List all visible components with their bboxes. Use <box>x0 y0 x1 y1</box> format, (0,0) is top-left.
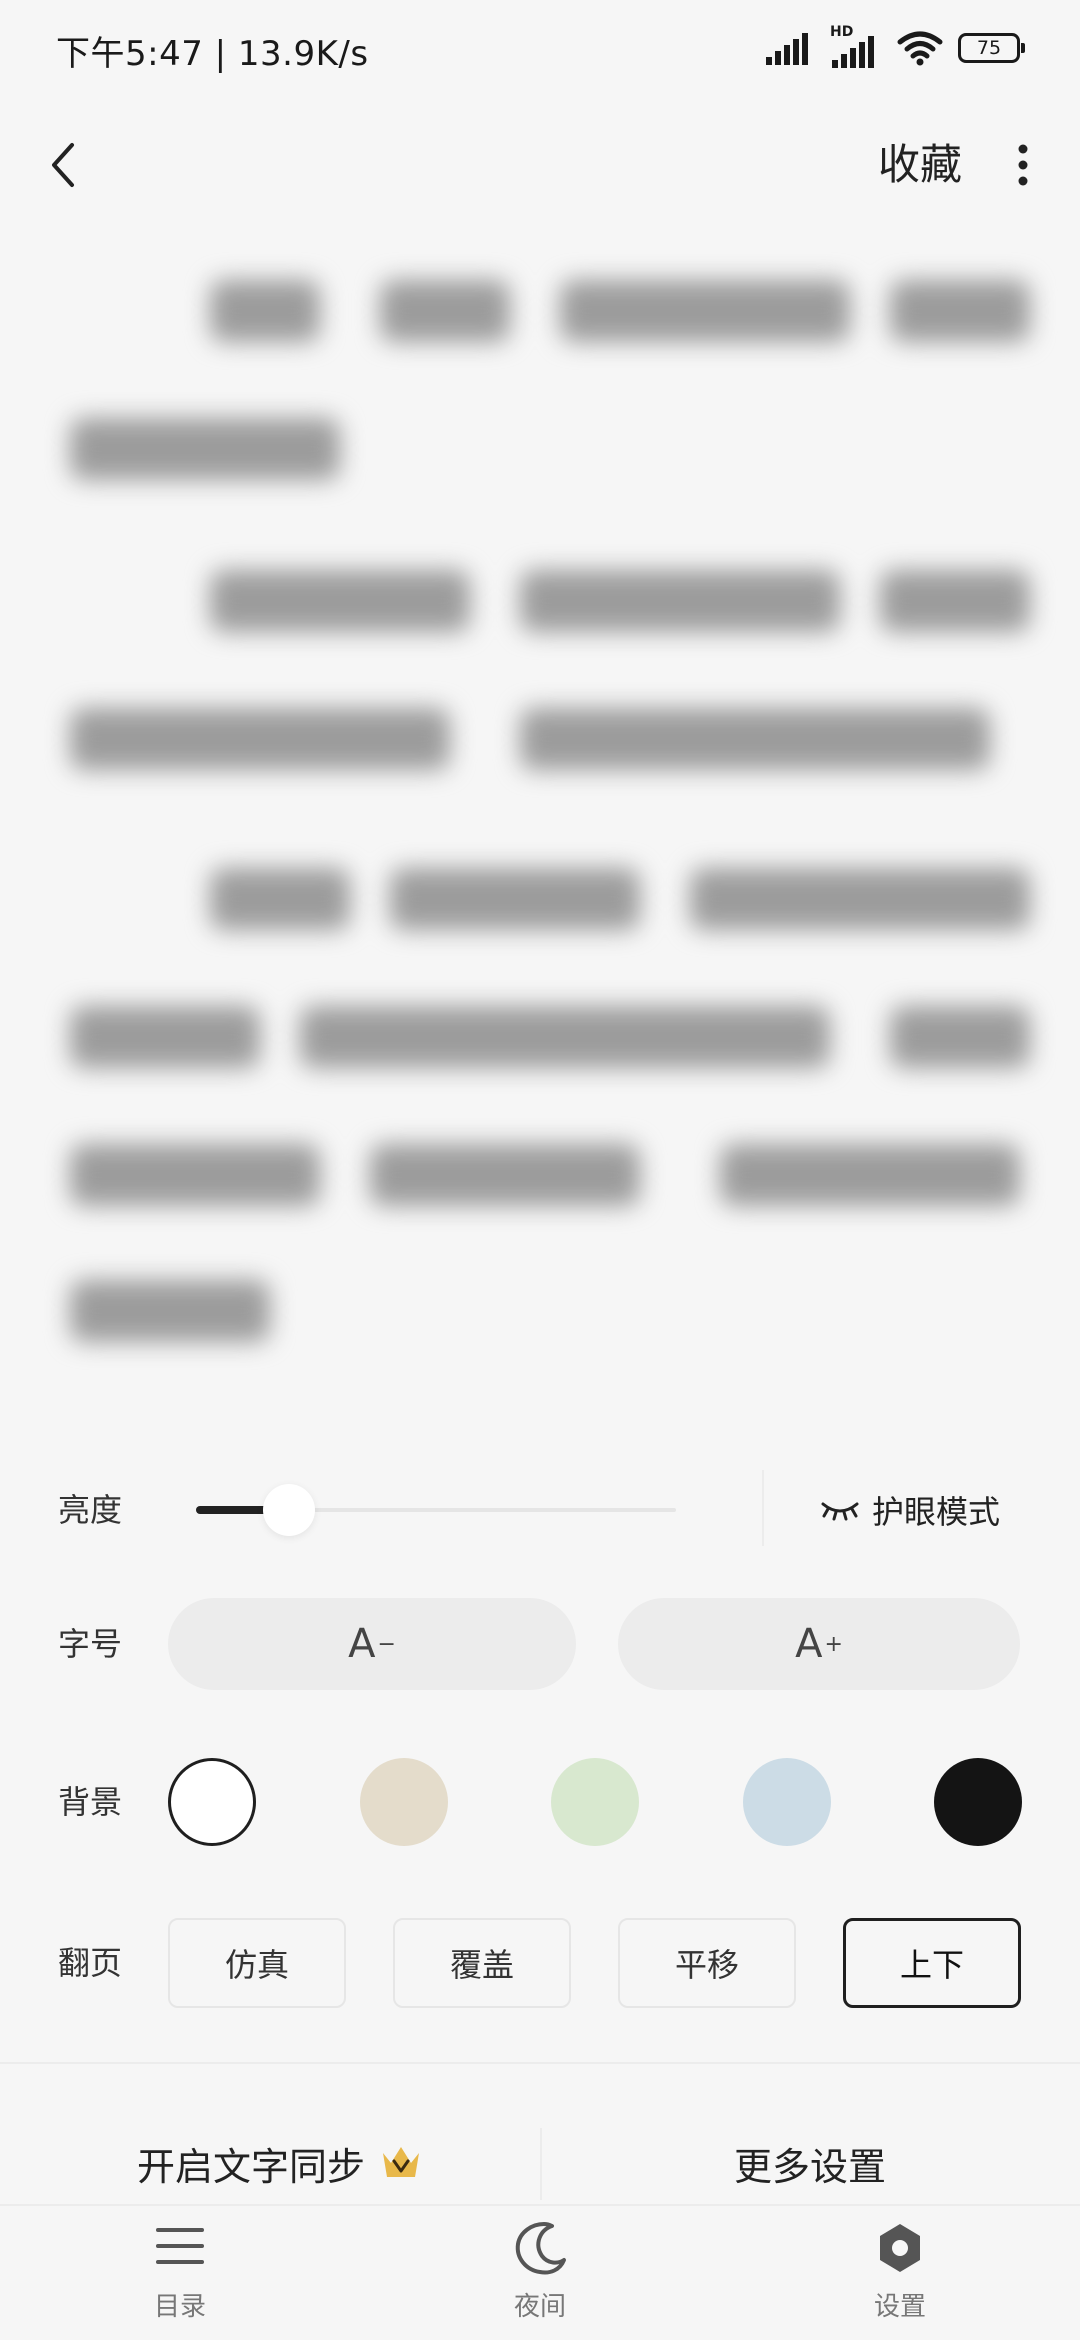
blurred-text-line <box>0 868 1080 930</box>
menu-icon <box>156 2228 204 2264</box>
slider-fill <box>196 1506 271 1514</box>
eye-care-mode-button[interactable]: 护眼模式 <box>820 1486 1000 1534</box>
top-toolbar: 收藏 <box>0 100 1080 230</box>
nav-item-night[interactable]: 夜间 <box>440 2220 640 2330</box>
font-increase-button[interactable]: A + <box>618 1598 1020 1690</box>
wifi-icon <box>897 31 943 66</box>
battery-level: 75 <box>976 37 1002 59</box>
font-decrease-sign: − <box>377 1631 396 1657</box>
status-icons: HD 75 <box>766 24 1025 68</box>
font-decrease-button[interactable]: A − <box>168 1598 576 1690</box>
reader-settings-panel: 亮度 护眼模式 字号 A − A + 背景 翻页 仿真 覆盖 平移 上下 开启文… <box>0 1420 1080 2340</box>
background-swatch-black[interactable] <box>934 1758 1022 1846</box>
more-settings-button[interactable]: 更多设置 <box>580 2118 1040 2208</box>
nav-item-settings[interactable]: 设置 <box>800 2220 1000 2330</box>
blurred-text-line <box>0 1006 1080 1068</box>
font-increase-sign: + <box>824 1631 843 1657</box>
page-flip-simulation-button[interactable]: 仿真 <box>168 1918 346 2008</box>
status-bar: 下午5:47 | 13.9K/s HD 75 <box>0 0 1080 100</box>
page-flip-cover-button[interactable]: 覆盖 <box>393 1918 571 2008</box>
font-size-label: 字号 <box>58 1625 123 1663</box>
font-increase-glyph: A <box>795 1621 823 1667</box>
blurred-text-line <box>0 1280 1080 1342</box>
eye-care-label: 护眼模式 <box>872 1493 1001 1531</box>
nav-item-catalog[interactable]: 目录 <box>80 2220 280 2330</box>
nav-label-settings: 设置 <box>873 2292 926 2322</box>
nav-label-catalog: 目录 <box>153 2292 206 2322</box>
chevron-left-icon <box>52 143 74 187</box>
blurred-text-line <box>0 1144 1080 1206</box>
more-vertical-icon <box>1018 144 1028 186</box>
blurred-text-line <box>0 280 1080 342</box>
status-time-speed: 下午5:47 | 13.9K/s <box>56 34 369 74</box>
moon-icon <box>515 2222 566 2275</box>
page-flip-label: 翻页 <box>58 1944 123 1982</box>
blurred-text-line <box>0 708 1080 770</box>
page-flip-vertical-button[interactable]: 上下 <box>843 1918 1021 2008</box>
divider <box>540 2128 542 2200</box>
slider-thumb[interactable] <box>263 1484 315 1536</box>
page-flip-slide-button[interactable]: 平移 <box>618 1918 796 2008</box>
settings-icon <box>880 2224 920 2272</box>
battery-indicator: 75 <box>958 33 1025 63</box>
signal-icon <box>766 33 808 65</box>
reading-content-blurred <box>0 240 1080 1400</box>
blurred-text-line <box>0 570 1080 632</box>
background-swatch-beige[interactable] <box>360 1758 448 1846</box>
background-swatch-green[interactable] <box>551 1758 639 1846</box>
hd-signal-icon: HD <box>830 24 882 68</box>
back-button[interactable] <box>28 130 98 200</box>
text-sync-label: 开启文字同步 <box>136 2144 365 2189</box>
font-decrease-glyph: A <box>348 1621 376 1667</box>
brightness-slider[interactable] <box>196 1482 676 1538</box>
background-swatch-blue[interactable] <box>743 1758 831 1846</box>
nav-label-night: 夜间 <box>513 2292 566 2322</box>
background-swatch-white[interactable] <box>168 1758 256 1846</box>
closed-eye-icon <box>821 1502 859 1521</box>
text-sync-button[interactable]: 开启文字同步 <box>60 2118 500 2208</box>
brightness-label: 亮度 <box>58 1491 123 1529</box>
vip-crown-icon <box>383 2147 419 2177</box>
reader-screen: 下午5:47 | 13.9K/s HD 75 收藏 亮度 护眼模式 字号 A −… <box>0 0 1080 2340</box>
divider <box>0 2062 1080 2064</box>
background-label: 背景 <box>58 1783 123 1821</box>
divider <box>762 1470 764 1546</box>
bottom-navigation: 目录 夜间 设置 <box>0 2206 1080 2340</box>
more-options-button[interactable] <box>988 130 1058 200</box>
favorite-button[interactable]: 收藏 <box>878 130 962 200</box>
blurred-text-line <box>0 418 1080 480</box>
